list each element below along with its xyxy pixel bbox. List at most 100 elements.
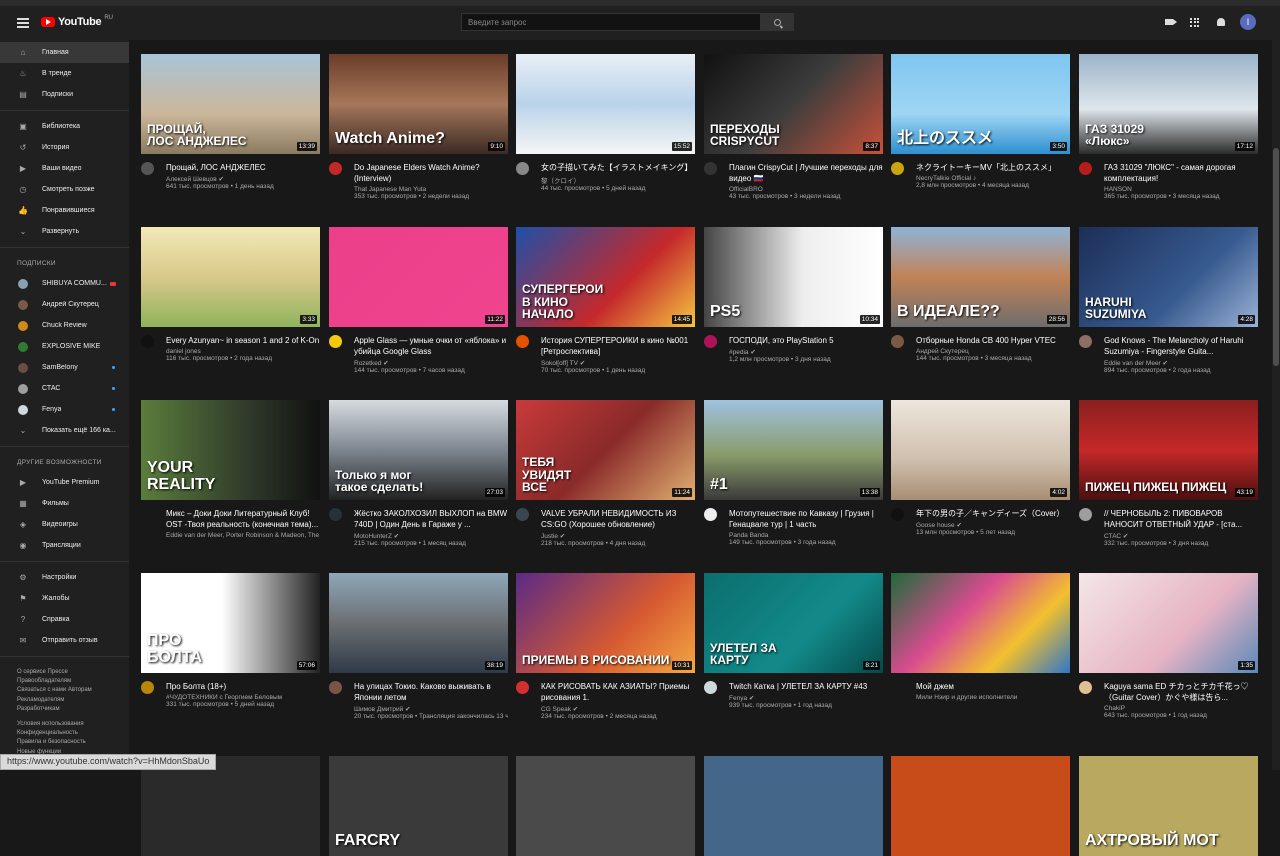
video-card[interactable]: 北上のススメ 3:50 ネクライトーキーMV「北上のススメ」 NecryTalkie … (891, 54, 1070, 189)
channel-name[interactable]: #ЧУДОТЕХНИКИ с Георгием Беловым (166, 694, 320, 701)
video-thumbnail[interactable]: В ИДЕАЛЕ?? 28:56 (891, 227, 1070, 327)
video-thumbnail[interactable] (891, 573, 1070, 673)
subscription-item[interactable]: Fenya (0, 399, 129, 420)
footer-link[interactable]: Правообладателям (17, 677, 129, 686)
video-title[interactable]: ネクライトーキーMV「北上のススメ」 (916, 162, 1070, 173)
video-title[interactable]: Плагин CrispyCut | Лучшие переходы для в… (729, 162, 883, 184)
video-title[interactable]: 年下の男の子／キャンディーズ（Cover） (916, 508, 1070, 519)
channel-name[interactable]: #pedia ✔ (729, 348, 883, 356)
video-thumbnail[interactable]: HARUHI SUZUMIYA 4:28 (1079, 227, 1258, 327)
channel-name[interactable]: Justie ✔ (541, 532, 695, 540)
sidebar-item[interactable]: 👍 Понравившиеся (0, 200, 129, 221)
video-title[interactable]: Мотопутешествие по Кавказу | Грузия | Ге… (729, 508, 883, 530)
channel-name[interactable]: HANSON (1104, 186, 1258, 193)
footer-link[interactable]: Рекламодателям (17, 696, 129, 705)
video-card[interactable]: ПРИЕМЫ В РИСОВАНИИ 10:31 КАК РИСОВАТЬ КАК … (516, 573, 695, 720)
video-thumbnail[interactable]: PS5 10:34 (704, 227, 883, 327)
video-card[interactable]: ПИЖЕЦ ПИЖЕЦ ПИЖЕЦ 43:19 // ЧЕРНОБЫЛЬ 2: ПИ… (1079, 400, 1258, 547)
channel-avatar[interactable] (141, 335, 154, 348)
video-card[interactable]: 1:35 Kaguya sama ED チカっとチカ千花っ♡（Guitar Cov… (1079, 573, 1258, 719)
sidebar-item[interactable]: ↺ История (0, 137, 129, 158)
footer-link[interactable]: Конфиденциальность (17, 729, 129, 738)
channel-name[interactable]: Panda Banda (729, 532, 883, 539)
channel-name[interactable]: Eddie van der Meer ✔ (1104, 359, 1258, 367)
video-card[interactable]: Watch Anime? 9:10 Do Japanese Elders Watch… (329, 54, 508, 200)
video-card[interactable]: Только я мог такое сделать! 27:03 Жёстко З… (329, 400, 508, 547)
video-card[interactable]: АХТРОВЫЙ МОТ (1079, 756, 1258, 856)
video-title[interactable]: Жёстко ЗАКОЛХОЗИЛ ВЫХЛОП на BMW 740D | О… (354, 508, 508, 530)
channel-name[interactable]: Мили Нэир и другие исполнители (916, 694, 1070, 701)
video-card[interactable]: 38:19 На улицах Токио. Каково выживать в … (329, 573, 508, 720)
video-thumbnail[interactable]: 1:35 (1079, 573, 1258, 673)
video-thumbnail[interactable]: YOUR REALITY (141, 400, 320, 500)
video-thumbnail[interactable]: УЛЕТЕЛ ЗА КАРТУ 8:21 (704, 573, 883, 673)
video-title[interactable]: История СУПЕРГЕРОИКИ в кино №001 [Ретрос… (541, 335, 695, 357)
video-thumbnail[interactable]: Только я мог такое сделать! 27:03 (329, 400, 508, 500)
video-card[interactable]: PS5 10:34 ГОСПОДИ, это PlayStation 5 #pedia… (704, 227, 883, 363)
channel-avatar[interactable] (141, 681, 154, 694)
video-title[interactable]: На улицах Токио. Каково выживать в Япони… (354, 681, 508, 703)
channel-name[interactable]: Rozetked ✔ (354, 359, 508, 367)
subscription-item[interactable]: СТАС (0, 378, 129, 399)
footer-link[interactable]: Условия использования (17, 720, 129, 729)
subscription-item[interactable]: Chuck Review (0, 315, 129, 336)
subscription-item[interactable]: ⌄ Показать ещё 166 ка... (0, 420, 129, 441)
video-thumbnail[interactable]: 北上のススメ 3:50 (891, 54, 1070, 154)
sidebar-item[interactable]: ✉ Отправить отзыв (0, 630, 129, 651)
channel-name[interactable]: daniel jones (166, 348, 320, 355)
video-card[interactable]: 4:02 年下の男の子／キャンディーズ（Cover） Goose house ✔ 13… (891, 400, 1070, 536)
youtube-logo[interactable]: YouTube RU (41, 15, 113, 28)
channel-avatar[interactable] (1079, 335, 1092, 348)
channel-name[interactable]: OfficialBRO (729, 186, 883, 193)
video-thumbnail[interactable]: ПЕРЕХОДЫ CRISPYCUT 8:37 (704, 54, 883, 154)
video-card[interactable]: ГАЗ 31029 «Люкс» 17:12 ГАЗ 31029 "ЛЮКС" - … (1079, 54, 1258, 200)
video-card[interactable]: 15:52 女の子描いてみた【イラストメイキング】 黎（クロイ） 44 тыс. пр… (516, 54, 695, 192)
video-thumbnail[interactable]: Watch Anime? 9:10 (329, 54, 508, 154)
apps-grid-icon[interactable] (1188, 16, 1201, 29)
video-card[interactable] (891, 756, 1070, 856)
video-card[interactable]: В ИДЕАЛЕ?? 28:56 Отборные Honda CB 400 Hyp… (891, 227, 1070, 362)
sidebar-item[interactable]: ⌄ Развернуть (0, 221, 129, 242)
channel-name[interactable]: Шимов Дмитрий ✔ (354, 705, 508, 713)
video-card[interactable]: ПЕРЕХОДЫ CRISPYCUT 8:37 Плагин CrispyCut |… (704, 54, 883, 200)
subscription-item[interactable]: SHIBUYA COMMU... (0, 273, 129, 294)
video-thumbnail[interactable]: FARCRY (329, 756, 508, 856)
video-title[interactable]: Про Болта (18+) (166, 681, 320, 692)
channel-name[interactable]: Sokol[off] TV ✔ (541, 359, 695, 367)
sidebar-item[interactable]: ◈ Видеоигры (0, 514, 129, 535)
video-card[interactable]: ПРО БОЛТА 57:06 Про Болта (18+) #ЧУДОТЕХНИК… (141, 573, 320, 708)
video-title[interactable]: ГАЗ 31029 "ЛЮКС" - самая дорогая комплек… (1104, 162, 1258, 184)
video-card[interactable]: Мой джем Мили Нэир и другие исполнители (891, 573, 1070, 701)
sidebar-item[interactable]: ◷ Смотреть позже (0, 179, 129, 200)
video-card[interactable]: ТЕБЯ УВИДЯТ ВСЕ 11:24 VALVE УБРАЛИ НЕВИДИМ… (516, 400, 695, 547)
channel-name[interactable]: NecryTalkie Official ♪ (916, 175, 1070, 182)
video-title[interactable]: ГОСПОДИ, это PlayStation 5 (729, 335, 883, 346)
video-title[interactable]: God Knows - The Melancholy of Haruhi Suz… (1104, 335, 1258, 357)
subscription-item[interactable]: Андрей Скутерец (0, 294, 129, 315)
channel-avatar[interactable] (704, 681, 717, 694)
channel-avatar[interactable] (516, 335, 529, 348)
video-thumbnail[interactable]: 3:33 (141, 227, 320, 327)
video-title[interactable]: Do Japanese Elders Watch Anime? (Intervi… (354, 162, 508, 184)
footer-link[interactable]: О сервисе Прессе (17, 668, 129, 677)
subscription-item[interactable]: SamBelony (0, 357, 129, 378)
video-title[interactable]: VALVE УБРАЛИ НЕВИДИМОСТЬ ИЗ CS:GO (Хорош… (541, 508, 695, 530)
video-card[interactable] (141, 756, 320, 856)
channel-name[interactable]: Eddie van der Meer, Porter Robinson & Ma… (166, 532, 320, 539)
channel-avatar[interactable] (1079, 162, 1092, 175)
channel-name[interactable]: Андрей Скутерец (916, 348, 1070, 355)
video-card[interactable]: FARCRY (329, 756, 508, 856)
channel-avatar[interactable] (891, 508, 904, 521)
channel-avatar[interactable] (704, 162, 717, 175)
video-thumbnail[interactable]: 15:52 (516, 54, 695, 154)
video-title[interactable]: Отборные Honda CB 400 Hyper VTEC (916, 335, 1070, 346)
video-thumbnail[interactable]: ПИЖЕЦ ПИЖЕЦ ПИЖЕЦ 43:19 (1079, 400, 1258, 500)
video-card[interactable] (704, 756, 883, 856)
video-thumbnail[interactable]: 11:22 (329, 227, 508, 327)
channel-avatar[interactable] (1079, 681, 1092, 694)
sidebar-item[interactable]: ▶ Ваши видео (0, 158, 129, 179)
video-card[interactable]: 3:33 Every Azunyan~ in season 1 and 2 of … (141, 227, 320, 362)
video-title[interactable]: Микс – Доки Доки Литературный Клуб! OST … (166, 508, 320, 530)
scrollbar-thumb[interactable] (1273, 148, 1279, 366)
channel-name[interactable]: СТАС ✔ (1104, 532, 1258, 540)
